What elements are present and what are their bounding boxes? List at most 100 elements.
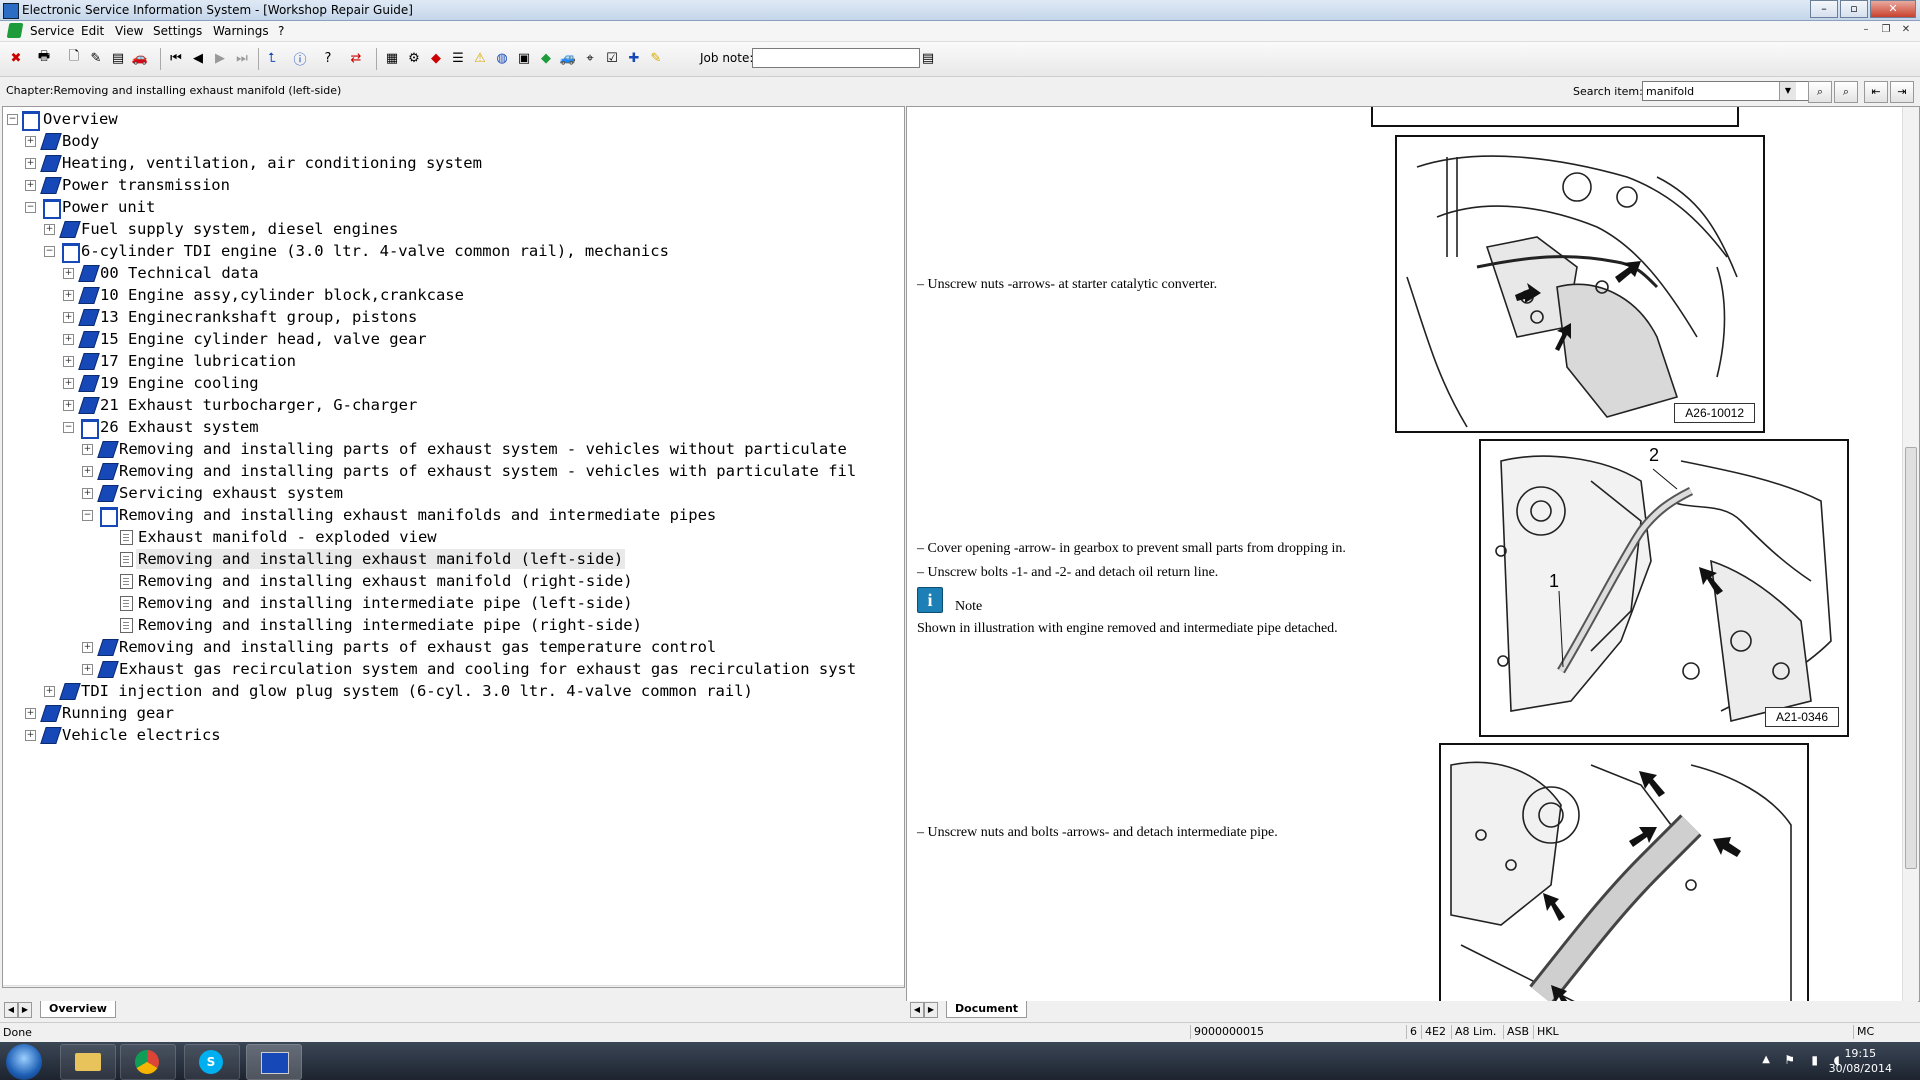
status-vin: 9000000015: [1190, 1025, 1267, 1039]
menu-edit[interactable]: Edit: [81, 24, 104, 38]
figure-intermediate-pipe: [1439, 743, 1809, 1001]
document-pane: – Unscrew nuts -arrows- at starter catal…: [906, 106, 1920, 1002]
last-page-icon[interactable]: ⏭: [232, 48, 252, 68]
book-red-icon[interactable]: ◆: [426, 48, 446, 68]
maximize-button[interactable]: ▫: [1840, 0, 1868, 18]
tab-nav-right-icon[interactable]: ▶: [924, 1002, 938, 1018]
note-text: Shown in illustration with engine remove…: [917, 621, 1338, 636]
book-green-icon[interactable]: ◆: [536, 48, 556, 68]
car-icon[interactable]: 🚗: [130, 48, 150, 68]
tab-nav-left-icon[interactable]: ◀: [910, 1002, 924, 1018]
skype-taskbar-icon[interactable]: S: [184, 1044, 240, 1080]
taskbar: S ▲ ⚑ ▮ ◖ 19:15 30/08/2014: [0, 1042, 1920, 1080]
next-icon[interactable]: ▶: [210, 48, 230, 68]
figure-code: A26-10012: [1674, 403, 1755, 423]
menu-bar: Service Edit View Settings Warnings ? – …: [0, 21, 1920, 42]
explorer-taskbar-icon[interactable]: [60, 1044, 116, 1080]
title-bar: Electronic Service Information System - …: [0, 0, 1920, 21]
diagnostics-icon[interactable]: ⌖: [580, 48, 600, 68]
figure-catalytic-converter: A26-10012: [1395, 135, 1765, 433]
globe-icon[interactable]: ◍: [492, 48, 512, 68]
job-note-button-icon[interactable]: ▤: [918, 48, 938, 68]
menu-view[interactable]: View: [115, 24, 143, 38]
checklist-icon[interactable]: ☑: [602, 48, 622, 68]
elsa-taskbar-icon[interactable]: [246, 1044, 302, 1080]
figure-code: A21-0346: [1764, 707, 1839, 727]
list-icon[interactable]: ☰: [448, 48, 468, 68]
step-text: – Unscrew bolts -1- and -2- and detach o…: [917, 565, 1219, 580]
tools-icon[interactable]: ✚: [624, 48, 644, 68]
illustration-engine-top: [1406, 155, 1738, 428]
horizontal-scrollbar[interactable]: [3, 985, 904, 987]
service-icon: [6, 23, 24, 38]
edit-document-icon[interactable]: ✎: [86, 48, 106, 68]
toolbar: ✖ 🖶 🗋 ✎ ▤ 🚗 ⏮ ◀ ▶ ⏭ ⮤ ⓘ ? ⇄ ▦ ⚙ ◆ ☰ ⚠ ◍ …: [0, 42, 1920, 77]
scrollbar-thumb[interactable]: [1905, 447, 1917, 869]
menu-settings[interactable]: Settings: [153, 24, 202, 38]
illustration-intermediate-pipe: [1450, 761, 1792, 1001]
mdi-minimize-button[interactable]: –: [1858, 23, 1874, 37]
close-button[interactable]: ✕: [1870, 0, 1916, 18]
tab-nav-right-icon[interactable]: ▶: [18, 1002, 32, 1018]
menu-service[interactable]: Service: [30, 24, 74, 38]
status-text: Done: [3, 1026, 32, 1039]
mdi-restore-button[interactable]: ❐: [1878, 23, 1894, 37]
overview-tree: − Overview + Body + Heating, ventilation…: [2, 106, 905, 988]
mdi-close-button[interactable]: ✕: [1898, 23, 1914, 37]
engine-icon[interactable]: ⚙: [404, 48, 424, 68]
chrome-taskbar-icon[interactable]: [120, 1044, 176, 1080]
search-label: Search item:: [1573, 85, 1643, 98]
status-model-code: 4E2: [1421, 1025, 1449, 1039]
step-text: – Unscrew nuts -arrows- at starter catal…: [917, 277, 1218, 292]
figure-partial: [1371, 107, 1739, 127]
search-prev-icon[interactable]: ⇤: [1864, 81, 1888, 103]
flag-icon[interactable]: ⚑: [1784, 1053, 1795, 1067]
menu-help[interactable]: ?: [278, 24, 284, 38]
status-engine-code: ASB: [1503, 1025, 1532, 1039]
right-tab-bar: ◀ ▶ Document: [906, 1001, 1918, 1019]
job-note-input[interactable]: [752, 48, 920, 68]
grid-icon[interactable]: ▦: [382, 48, 402, 68]
vehicle-icon[interactable]: 🚙: [558, 48, 578, 68]
exit-icon[interactable]: ✖: [6, 48, 26, 68]
callout-label: 2: [1649, 445, 1660, 465]
status-gearbox-code: HKL: [1533, 1025, 1562, 1039]
status-model: A8 Lim.: [1451, 1025, 1499, 1039]
search-next-icon[interactable]: ⇥: [1890, 81, 1914, 103]
menu-warnings[interactable]: Warnings: [213, 24, 269, 38]
tab-document[interactable]: Document: [946, 1001, 1028, 1018]
tab-overview[interactable]: Overview: [40, 1001, 116, 1018]
note-icon[interactable]: ✎: [646, 48, 666, 68]
search-all-icon[interactable]: ⌕: [1834, 81, 1858, 103]
tray-arrow-icon[interactable]: ▲: [1762, 1054, 1770, 1065]
previous-icon[interactable]: ◀: [188, 48, 208, 68]
info-icon: i: [917, 587, 943, 613]
first-page-icon[interactable]: ⏮: [166, 48, 186, 68]
start-button[interactable]: [6, 1044, 42, 1080]
new-document-icon[interactable]: 🗋: [64, 48, 84, 68]
chapter-title: Chapter:Removing and installing exhaust …: [6, 84, 342, 97]
warning-icon[interactable]: ⚠: [470, 48, 490, 68]
status-mc: MC: [1853, 1025, 1877, 1039]
info-icon[interactable]: ⓘ: [290, 48, 310, 68]
callout-label: 1: [1549, 571, 1560, 591]
tab-nav-left-icon[interactable]: ◀: [4, 1002, 18, 1018]
clock[interactable]: 19:15 30/08/2014: [1829, 1046, 1892, 1076]
print-icon[interactable]: 🖶: [34, 48, 54, 68]
help-icon[interactable]: ?: [318, 48, 338, 68]
network-icon[interactable]: ▮: [1811, 1053, 1818, 1067]
search-icon[interactable]: ⌕: [1808, 81, 1832, 103]
vehicle-data-icon[interactable]: ▤: [108, 48, 128, 68]
step-text: – Unscrew nuts and bolts -arrows- and de…: [917, 825, 1278, 840]
go-up-icon[interactable]: ⮤: [262, 48, 282, 68]
switch-icon[interactable]: ⇄: [346, 48, 366, 68]
minimize-button[interactable]: –: [1810, 0, 1838, 18]
vertical-scrollbar[interactable]: [1902, 107, 1919, 1001]
left-tab-bar: ◀ ▶ Overview: [2, 1001, 905, 1019]
window-title: Electronic Service Information System - …: [22, 3, 413, 17]
bin-icon[interactable]: ▣: [514, 48, 534, 68]
illustration-gearbox: [1495, 455, 1832, 722]
chevron-down-icon[interactable]: ▼: [1779, 82, 1796, 100]
job-note-label: Job note:: [700, 51, 754, 65]
step-text: – Cover opening -arrow- in gearbox to pr…: [917, 541, 1346, 556]
